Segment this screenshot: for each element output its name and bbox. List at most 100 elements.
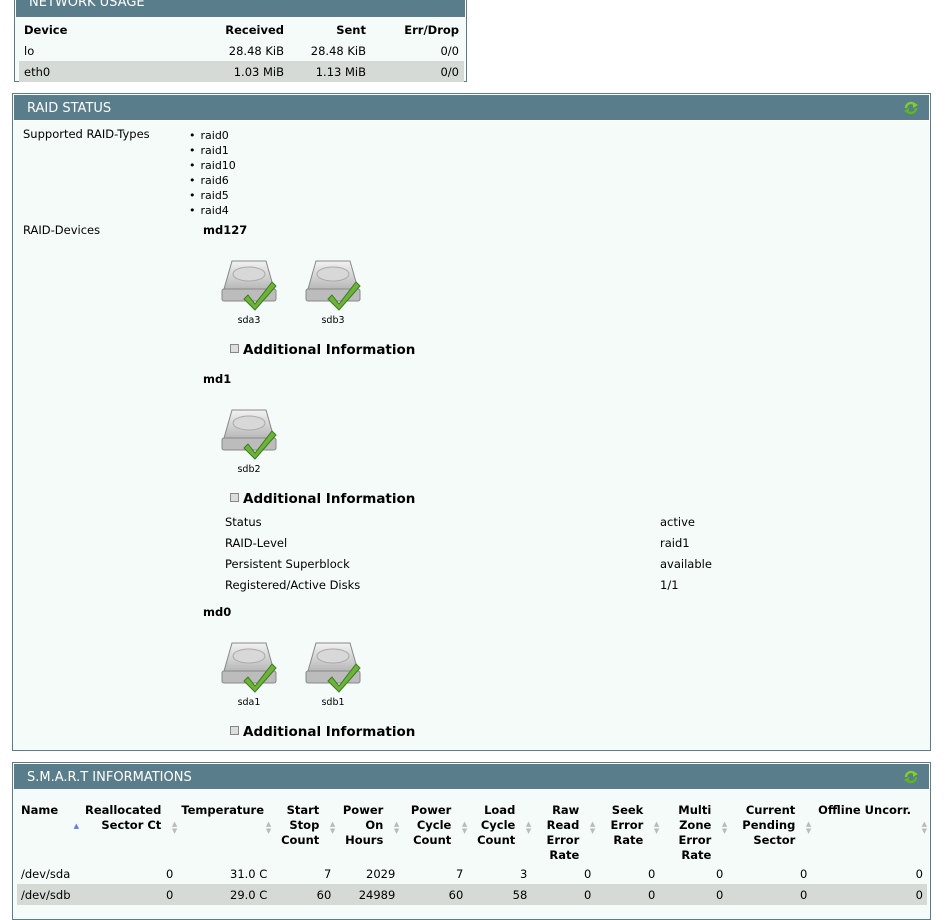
raid-status-panel: RAID STATUS Supported RAID-Types raid0 r… (12, 93, 931, 751)
table-row: /dev/sda 0 31.0 C 7 2029 7 3 0 0 0 0 0 (17, 863, 927, 884)
cell: 0 (799, 887, 808, 902)
disk-label: sdb3 (321, 315, 345, 326)
disk-sdb3[interactable]: sdb3 (302, 255, 364, 326)
hard-disk-ok-icon (305, 642, 361, 693)
disk-label: sda3 (237, 315, 261, 326)
refresh-icon[interactable] (903, 769, 919, 785)
expand-icon (230, 726, 239, 735)
hard-disk-ok-icon (305, 260, 361, 311)
col-label: Load Cycle Count (477, 803, 516, 847)
col-start-stop[interactable]: Start Stop Count ▲ ▼ (271, 803, 335, 863)
collapse-icon (230, 493, 239, 502)
supported-raid-types-label: Supported RAID-Types (23, 127, 150, 141)
cell: 58 (512, 887, 528, 902)
disk-sda3[interactable]: sda3 (218, 255, 280, 326)
sent-cell: 28.48 KiB (310, 43, 366, 58)
col-name[interactable]: Name ▲ (17, 803, 81, 863)
info-value: raid1 (660, 536, 690, 550)
sort-icon: ▲ ▼ (921, 820, 927, 835)
hard-disk-ok-icon (221, 642, 277, 693)
cell: 7 (455, 866, 464, 881)
cell: 24989 (358, 887, 396, 902)
cell: 60 (448, 887, 464, 902)
list-item: raid0 (189, 128, 236, 143)
col-label: Offline Uncorr. (818, 803, 911, 817)
col-offline[interactable]: Offline Uncorr. ▲ ▼ (811, 803, 927, 863)
cell: 0 (715, 887, 724, 902)
table-row: eth0 1.03 MiB 1.13 MiB 0/0 (19, 61, 464, 82)
col-errdrop[interactable]: Err/Drop (371, 19, 464, 40)
col-name-label: Name (21, 803, 59, 817)
col-device[interactable]: Device (19, 19, 199, 40)
col-power-cycle[interactable]: Power Cycle Count ▲ ▼ (399, 803, 467, 863)
cell: 0 (647, 866, 656, 881)
cell: 0 (165, 866, 174, 881)
additional-info-toggle[interactable]: Additional Information (230, 724, 415, 740)
info-value: active (660, 515, 695, 529)
cell: 0 (583, 887, 592, 902)
additional-info-label: Additional Information (243, 491, 416, 507)
list-item: raid6 (189, 173, 236, 188)
smart-panel: S.M.A.R.T INFORMATIONS Name ▲ Reallocated… (12, 762, 931, 920)
network-usage-title: NETWORK USAGE (15, 0, 466, 18)
info-key: RAID-Level (225, 536, 288, 550)
col-multi-zone[interactable]: Multi Zone Error Rate ▲ ▼ (659, 803, 727, 863)
list-item: raid4 (189, 203, 236, 218)
network-table: Device Received Sent Err/Drop lo 28.48 K… (19, 19, 464, 82)
received-cell: 1.03 MiB (233, 64, 284, 79)
received-cell: 28.48 KiB (228, 43, 284, 58)
expand-icon (230, 344, 239, 353)
name-cell: /dev/sdb (21, 887, 71, 902)
cell: 0 (915, 887, 923, 902)
additional-info-label: Additional Information (243, 724, 416, 740)
col-raw-read[interactable]: Raw Read Error Rate ▲ ▼ (531, 803, 596, 863)
additional-info-toggle[interactable]: Additional Information (230, 342, 415, 358)
cell: 60 (316, 887, 332, 902)
col-label: Multi Zone Error Rate (678, 803, 712, 862)
name-cell: /dev/sda (21, 866, 71, 881)
info-key: Registered/Active Disks (225, 578, 361, 592)
raid-devices-label: RAID-Devices (23, 223, 101, 237)
col-power-on[interactable]: Power On Hours ▲ ▼ (335, 803, 399, 863)
info-value: available (660, 557, 712, 571)
col-label: Raw Read Error Rate (546, 803, 580, 862)
raid-device-name: md1 (203, 372, 232, 386)
errdrop-cell: 0/0 (440, 43, 459, 58)
col-load-cycle[interactable]: Load Cycle Count ▲ ▼ (467, 803, 531, 863)
raid-status-title-text: RAID STATUS (27, 101, 112, 116)
cell: 0 (647, 887, 656, 902)
cell: 0 (915, 866, 923, 881)
smart-title-text: S.M.A.R.T INFORMATIONS (27, 770, 192, 785)
cell: 0 (583, 866, 592, 881)
raid-device-name: md0 (203, 605, 232, 619)
col-sent[interactable]: Sent (289, 19, 371, 40)
smart-table: Name ▲ Reallocated Sector Ct ▲ ▼ Temperatur… (17, 803, 927, 905)
raid-status-title: RAID STATUS (13, 94, 930, 121)
col-received[interactable]: Received (199, 19, 289, 40)
additional-info-toggle[interactable]: Additional Information (230, 491, 415, 507)
col-label: Temperature (181, 803, 265, 817)
cell: 0 (165, 887, 174, 902)
refresh-icon[interactable] (903, 100, 919, 116)
info-key: Status (225, 515, 262, 529)
list-item: raid10 (189, 158, 236, 173)
network-usage-panel: NETWORK USAGE Device Received Sent Err/D… (14, 0, 467, 82)
col-label: Power On Hours (342, 803, 384, 847)
col-reallocated[interactable]: Reallocated Sector Ct ▲ ▼ (81, 803, 177, 863)
disk-label: sdb1 (321, 697, 345, 708)
list-item: raid5 (189, 188, 236, 203)
col-temperature[interactable]: Temperature ▲ ▼ (177, 803, 271, 863)
errdrop-cell: 0/0 (440, 64, 459, 79)
cell: 0 (715, 866, 724, 881)
cell: 29.0 C (230, 887, 268, 902)
cell: 3 (519, 866, 528, 881)
smart-title: S.M.A.R.T INFORMATIONS (13, 763, 930, 790)
disk-sda1[interactable]: sda1 (218, 637, 280, 708)
device-cell: lo (24, 43, 35, 58)
disk-sdb1[interactable]: sdb1 (302, 637, 364, 708)
disk-sdb2[interactable]: sdb2 (218, 404, 280, 475)
list-item: raid1 (189, 143, 236, 158)
col-label: Reallocated Sector Ct (85, 803, 162, 832)
col-pending[interactable]: Current Pending Sector ▲ ▼ (727, 803, 811, 863)
col-seek-error[interactable]: Seek Error Rate ▲ ▼ (595, 803, 660, 863)
